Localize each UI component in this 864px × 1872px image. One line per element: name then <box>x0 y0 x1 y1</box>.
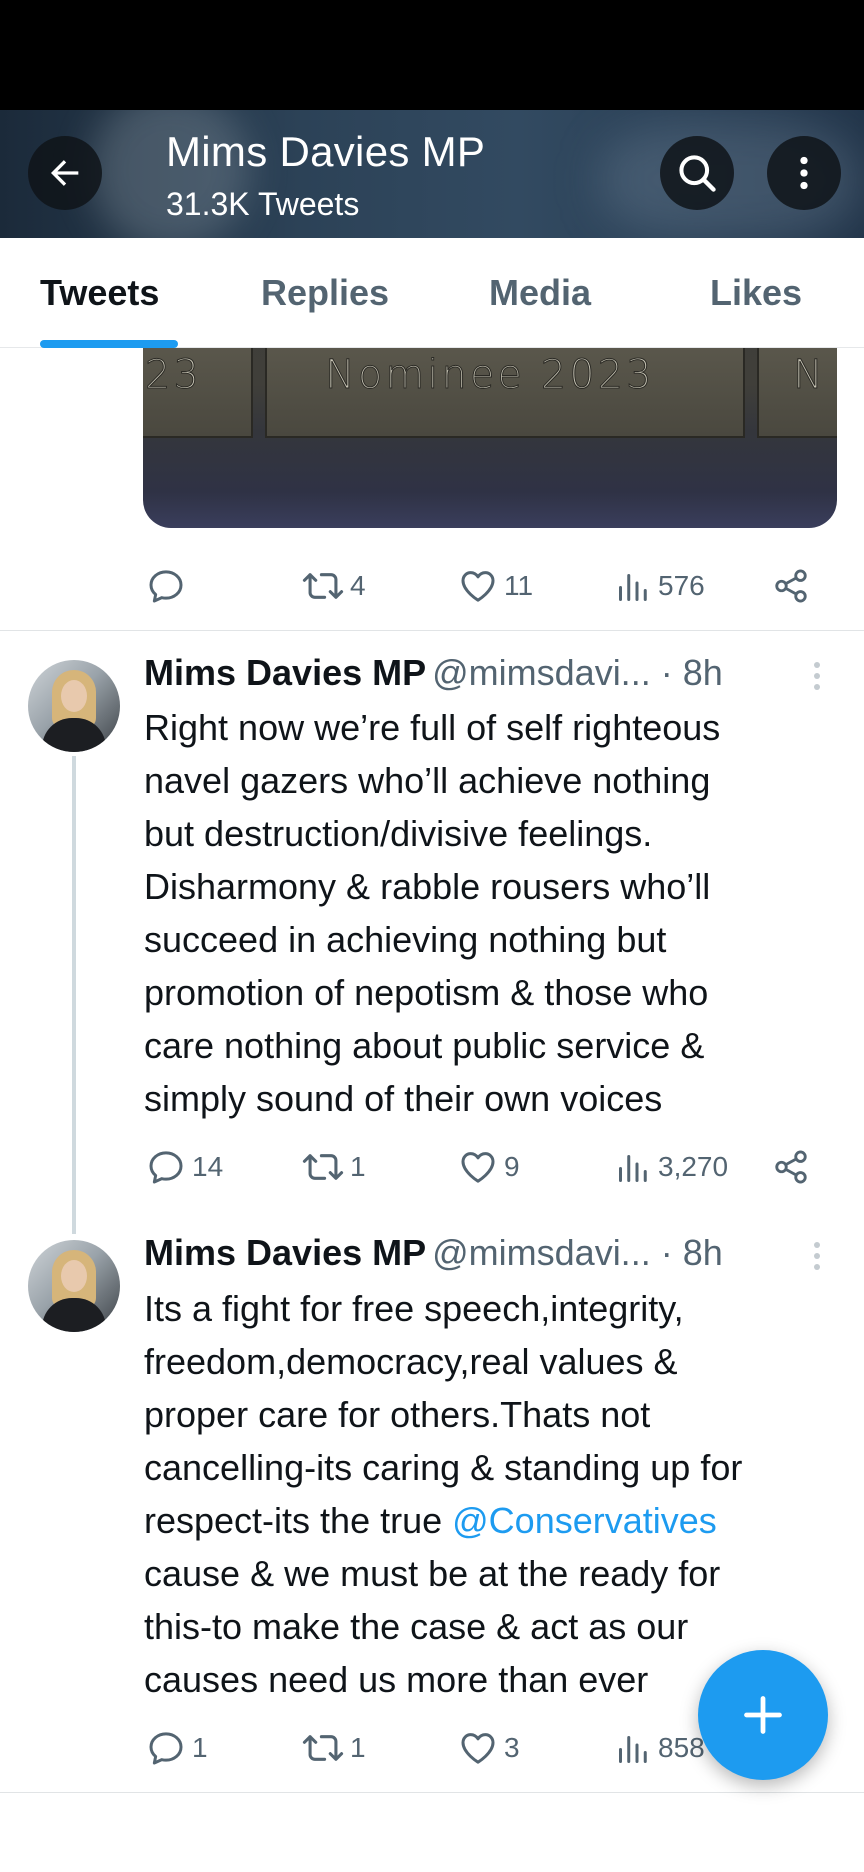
plaque-text-left: 23 <box>145 352 202 399</box>
more-vertical-icon <box>800 156 808 190</box>
reply-button[interactable]: 1 <box>146 1718 208 1778</box>
views-count: 3,270 <box>658 1151 729 1182</box>
tab-likes[interactable]: Likes <box>710 272 802 314</box>
views-icon <box>619 1736 647 1763</box>
plus-icon <box>744 1696 782 1734</box>
reply-icon <box>149 570 183 603</box>
retweet-button[interactable]: 1 <box>302 1137 366 1197</box>
tweet-divider <box>0 1792 864 1793</box>
tab-media[interactable]: Media <box>489 272 591 314</box>
retweet-icon <box>302 1735 344 1761</box>
share-button[interactable] <box>772 556 810 616</box>
reply-button[interactable] <box>146 556 192 616</box>
arrow-left-icon <box>51 160 79 186</box>
author-name[interactable]: Mims Davies MP <box>144 652 426 693</box>
retweet-icon <box>302 573 344 599</box>
profile-tabs: Tweets Replies Media Likes <box>0 238 864 348</box>
profile-header: Mims Davies MP 31.3K Tweets <box>0 110 864 238</box>
tweet-time: · 8h <box>660 652 723 693</box>
views-button[interactable]: 576 <box>616 556 705 616</box>
retweet-icon <box>302 1154 344 1180</box>
search-icon <box>679 155 716 192</box>
back-button[interactable] <box>28 136 102 210</box>
tweet-media-container: 23 Nominee 2023 N <box>0 348 864 538</box>
tweet-header: Mims Davies MP @mimsdavi... · 8h <box>144 1232 723 1274</box>
like-button[interactable]: 3 <box>458 1718 520 1778</box>
heart-icon <box>461 1733 495 1764</box>
retweet-count: 4 <box>350 570 366 601</box>
retweet-button[interactable]: 1 <box>302 1718 366 1778</box>
views-icon <box>619 574 647 601</box>
tweet-text: Right now we’re full of self righteous n… <box>144 707 721 1119</box>
author-name[interactable]: Mims Davies MP <box>144 1232 426 1273</box>
author-handle[interactable]: @mimsdavi... <box>432 652 651 693</box>
compose-tweet-button[interactable] <box>698 1650 828 1780</box>
share-icon <box>775 1150 807 1184</box>
reply-icon <box>149 1732 183 1765</box>
more-button[interactable] <box>767 136 841 210</box>
tweet-header: Mims Davies MP @mimsdavi... · 8h <box>144 652 723 694</box>
tweet-actions: 14 1 9 3,270 <box>0 1137 864 1197</box>
plaque-text-mid: Nominee 2023 <box>325 352 655 399</box>
tweet-divider <box>0 630 864 631</box>
reply-count: 1 <box>192 1732 208 1763</box>
search-button[interactable] <box>660 136 734 210</box>
heart-icon <box>461 571 495 602</box>
like-count: 3 <box>504 1732 520 1763</box>
like-count: 11 <box>504 570 534 601</box>
active-tab-indicator <box>40 340 178 348</box>
tweet-time: · 8h <box>660 1232 723 1273</box>
like-button[interactable]: 9 <box>458 1137 520 1197</box>
views-icon <box>619 1155 647 1182</box>
avatar[interactable] <box>28 1240 120 1332</box>
status-bar <box>0 0 864 110</box>
share-button[interactable] <box>772 1137 810 1197</box>
like-count: 9 <box>504 1151 520 1182</box>
tab-replies[interactable]: Replies <box>261 272 389 314</box>
like-button[interactable]: 11 <box>458 556 533 616</box>
avatar[interactable] <box>28 660 120 752</box>
plaque-text-right: N <box>793 352 826 399</box>
tab-tweets[interactable]: Tweets <box>40 272 159 314</box>
retweet-count: 1 <box>350 1732 366 1763</box>
tweet-actions: 4 11 576 <box>0 556 864 616</box>
author-handle[interactable]: @mimsdavi... <box>432 1232 651 1273</box>
tweet-menu-button[interactable] <box>810 660 824 694</box>
tweet-count: 31.3K Tweets <box>166 186 360 222</box>
retweet-count: 1 <box>350 1151 366 1182</box>
tweet-menu-button[interactable] <box>810 1240 824 1274</box>
reply-icon <box>149 1151 183 1184</box>
views-count: 858 <box>658 1732 705 1763</box>
reply-button[interactable]: 14 <box>146 1137 223 1197</box>
retweet-button[interactable]: 4 <box>302 556 366 616</box>
header-title: Mims Davies MP <box>166 128 486 175</box>
mention-link[interactable]: @Conservatives <box>452 1500 717 1541</box>
share-icon <box>775 569 807 603</box>
views-button[interactable]: 3,270 <box>616 1137 728 1197</box>
tweet-text: Its a fight for free speech,integrity, f… <box>144 1288 743 1700</box>
tweet-media-image[interactable]: 23 Nominee 2023 N <box>143 348 837 528</box>
views-count: 576 <box>658 570 705 601</box>
heart-icon <box>461 1152 495 1183</box>
views-button[interactable]: 858 <box>616 1718 705 1778</box>
reply-count: 14 <box>192 1151 224 1182</box>
